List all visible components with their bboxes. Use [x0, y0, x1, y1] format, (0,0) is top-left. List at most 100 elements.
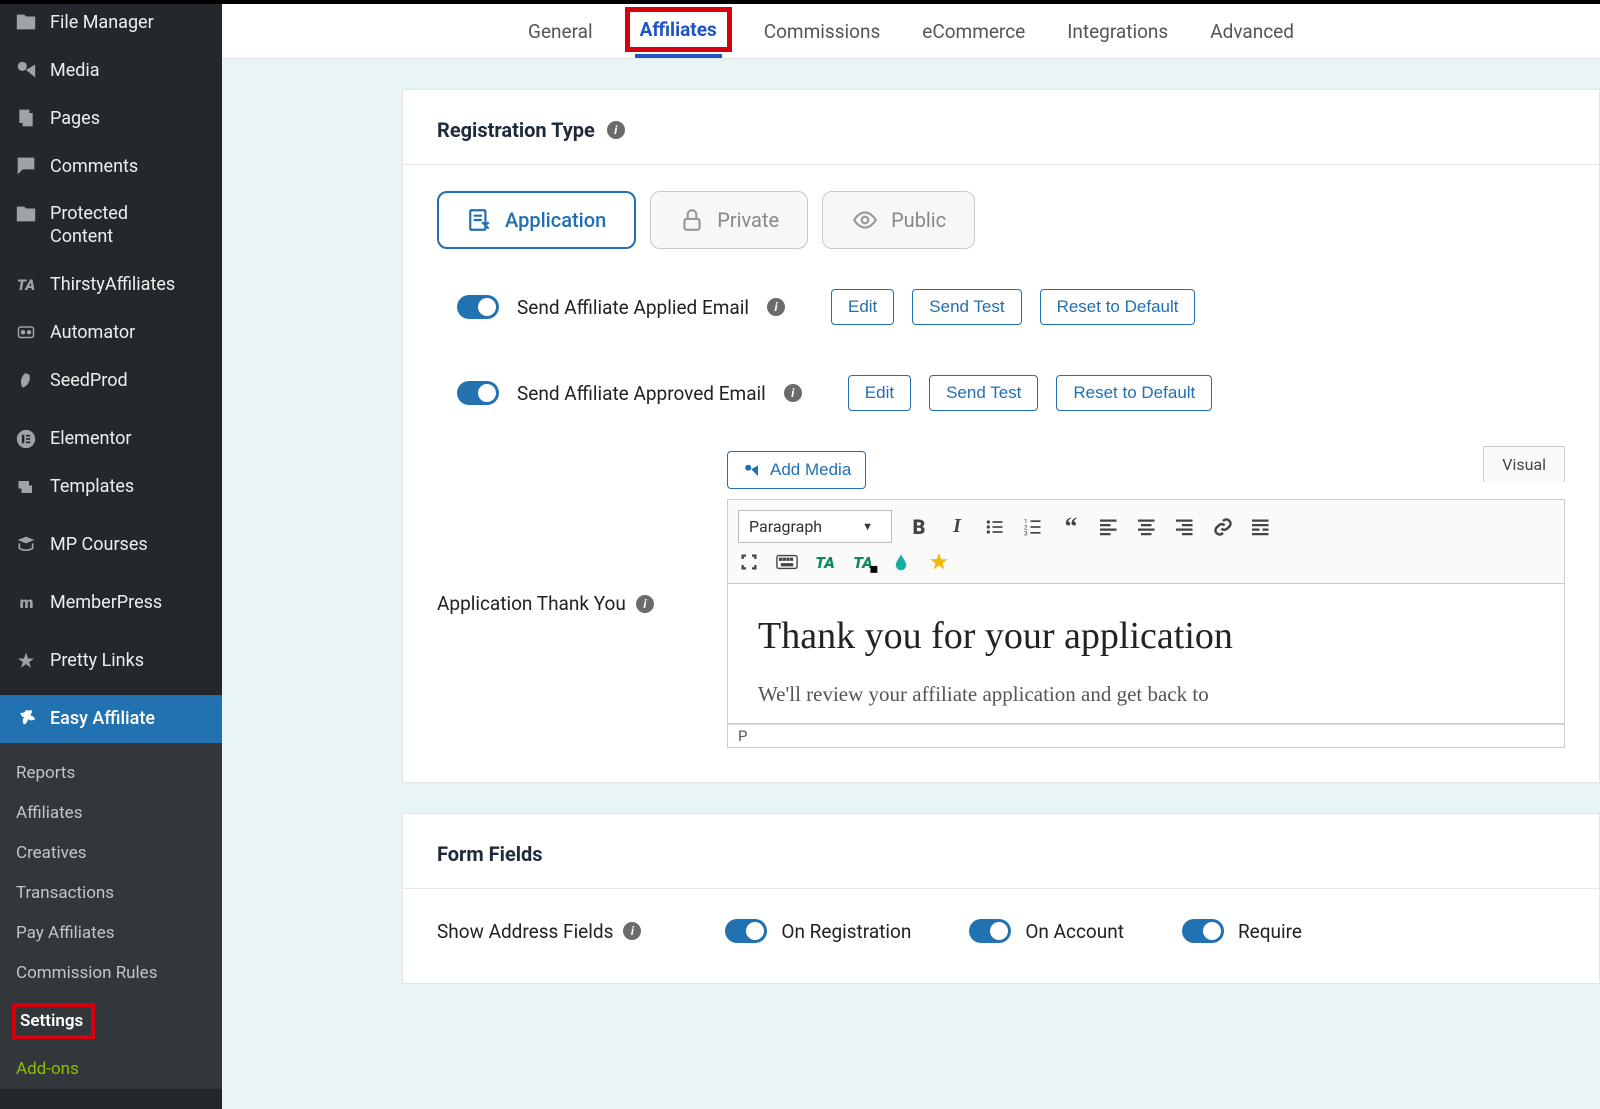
numbered-list-icon[interactable]: 123 — [1022, 516, 1044, 538]
fullscreen-icon[interactable] — [738, 551, 760, 573]
sidebar-item-protected-content[interactable]: ProtectedContent — [0, 190, 222, 261]
sidebar-item-pretty-links[interactable]: Pretty Links — [0, 637, 222, 685]
toggle-on-registration[interactable] — [725, 919, 767, 943]
comment-icon — [14, 154, 38, 178]
info-icon[interactable]: i — [767, 298, 785, 316]
sidebar-sub-affiliates[interactable]: Affiliates — [0, 793, 222, 833]
quote-icon[interactable]: “ — [1060, 516, 1082, 538]
thank-you-editor-row: Application Thank You i Add Media Visual — [437, 451, 1565, 748]
registration-type-options: Application Private Public — [437, 191, 1565, 249]
sidebar-sub-add-ons[interactable]: Add-ons — [0, 1049, 222, 1089]
italic-icon[interactable]: I — [946, 516, 968, 538]
sidebar-sub-reports[interactable]: Reports — [0, 753, 222, 793]
toggle-on-account[interactable] — [969, 919, 1011, 943]
more-icon[interactable] — [1250, 516, 1272, 538]
edit-button[interactable]: Edit — [848, 375, 911, 411]
editor-status-bar: P — [727, 724, 1565, 748]
editor-tab-visual[interactable]: Visual — [1483, 446, 1565, 482]
sidebar-item-automator[interactable]: Automator — [0, 309, 222, 357]
droplet-icon[interactable] — [890, 551, 912, 573]
toggle-label: On Registration — [781, 920, 911, 943]
sidebar-item-easy-affiliate[interactable]: Easy Affiliate — [0, 695, 222, 743]
sidebar-item-file-manager[interactable]: File Manager — [0, 4, 222, 46]
info-icon[interactable]: i — [784, 384, 802, 402]
sidebar-item-pages[interactable]: Pages — [0, 94, 222, 142]
leaf-icon — [14, 369, 38, 393]
form-fields-heading: Form Fields — [403, 814, 1599, 888]
add-media-button[interactable]: Add Media — [727, 451, 866, 489]
svg-text:3: 3 — [1024, 529, 1028, 537]
tab-ecommerce[interactable]: eCommerce — [922, 4, 1025, 58]
tab-affiliates[interactable]: Affiliates — [635, 4, 722, 58]
editor-content[interactable]: Thank you for your application We'll rev… — [727, 584, 1565, 724]
folder-icon — [14, 10, 38, 34]
elementor-icon — [14, 427, 38, 451]
info-icon[interactable]: i — [607, 121, 625, 139]
sidebar-sub-commission-rules[interactable]: Commission Rules — [0, 953, 222, 993]
sidebar-item-mp-courses[interactable]: MP Courses — [0, 521, 222, 569]
align-center-icon[interactable] — [1136, 516, 1158, 538]
keyboard-icon[interactable] — [776, 551, 798, 573]
regtype-application[interactable]: Application — [437, 191, 636, 249]
toggle-approved-email[interactable] — [457, 381, 499, 405]
sidebar-item-templates[interactable]: Templates — [0, 463, 222, 511]
sidebar-sub-settings[interactable]: Settings — [0, 993, 222, 1049]
regtype-public[interactable]: Public — [822, 191, 975, 249]
toggle-label: Require — [1238, 920, 1302, 943]
editor-heading: Thank you for your application — [758, 614, 1534, 658]
lock-icon — [679, 207, 705, 233]
ta-icon: TA — [14, 273, 38, 297]
toggle-label: Send Affiliate Approved Email — [517, 382, 766, 405]
sidebar-item-media[interactable]: Media — [0, 46, 222, 94]
reset-default-button[interactable]: Reset to Default — [1056, 375, 1212, 411]
sidebar-item-label: SeedProd — [50, 370, 128, 391]
star-tool-icon[interactable] — [928, 551, 950, 573]
format-select[interactable]: Paragraph▼ — [738, 510, 892, 543]
tab-commissions[interactable]: Commissions — [764, 4, 881, 58]
reset-default-button[interactable]: Reset to Default — [1040, 289, 1196, 325]
sidebar-item-thirstyaffiliates[interactable]: TA ThirstyAffiliates — [0, 261, 222, 309]
sidebar-item-seedprod[interactable]: SeedProd — [0, 357, 222, 405]
link-icon[interactable] — [1212, 516, 1234, 538]
edit-button[interactable]: Edit — [831, 289, 894, 325]
sidebar-item-label: Comments — [50, 156, 138, 177]
automator-icon — [14, 321, 38, 345]
send-test-button[interactable]: Send Test — [929, 375, 1038, 411]
send-approved-email-row: Send Affiliate Approved Email i Edit Sen… — [457, 375, 1565, 411]
sidebar-item-elementor[interactable]: Elementor — [0, 415, 222, 463]
sidebar-sub-creatives[interactable]: Creatives — [0, 833, 222, 873]
toggle-applied-email[interactable] — [457, 295, 499, 319]
ta-shortcode-icon[interactable]: TA — [814, 551, 836, 573]
easy-affiliate-icon — [14, 707, 38, 731]
wysiwyg-editor: Add Media Visual Paragraph▼ B I 123 — [727, 451, 1565, 748]
toggle-require[interactable] — [1182, 919, 1224, 943]
memberpress-icon: m — [14, 591, 38, 615]
sidebar-sub-pay-affiliates[interactable]: Pay Affiliates — [0, 913, 222, 953]
align-right-icon[interactable] — [1174, 516, 1196, 538]
align-left-icon[interactable] — [1098, 516, 1120, 538]
sidebar-item-label: MP Courses — [50, 534, 148, 555]
form-fields-panel: Form Fields Show Address Fields i On Reg… — [402, 813, 1600, 984]
camera-icon — [742, 461, 762, 479]
eye-icon — [851, 207, 879, 233]
info-icon[interactable]: i — [623, 922, 641, 940]
sidebar-item-label: Pages — [50, 108, 100, 129]
tab-integrations[interactable]: Integrations — [1067, 4, 1168, 58]
tab-general[interactable]: General — [528, 4, 593, 58]
main-content: Registration Type i Application Private … — [222, 59, 1600, 1109]
toggle-label: On Account — [1025, 920, 1124, 943]
templates-icon — [14, 475, 38, 499]
bold-icon[interactable]: B — [908, 516, 930, 538]
sidebar-sub-transactions[interactable]: Transactions — [0, 873, 222, 913]
tab-advanced[interactable]: Advanced — [1210, 4, 1294, 58]
sidebar-item-label: MemberPress — [50, 592, 162, 613]
sidebar-item-memberpress[interactable]: m MemberPress — [0, 579, 222, 627]
regtype-private[interactable]: Private — [650, 191, 808, 249]
ta-shortcode2-icon[interactable]: TA◼ — [852, 551, 874, 573]
send-applied-email-row: Send Affiliate Applied Email i Edit Send… — [457, 289, 1565, 325]
sidebar-item-comments[interactable]: Comments — [0, 142, 222, 190]
sidebar-item-label: File Manager — [50, 12, 154, 33]
info-icon[interactable]: i — [636, 595, 654, 613]
bullet-list-icon[interactable] — [984, 516, 1006, 538]
send-test-button[interactable]: Send Test — [912, 289, 1021, 325]
